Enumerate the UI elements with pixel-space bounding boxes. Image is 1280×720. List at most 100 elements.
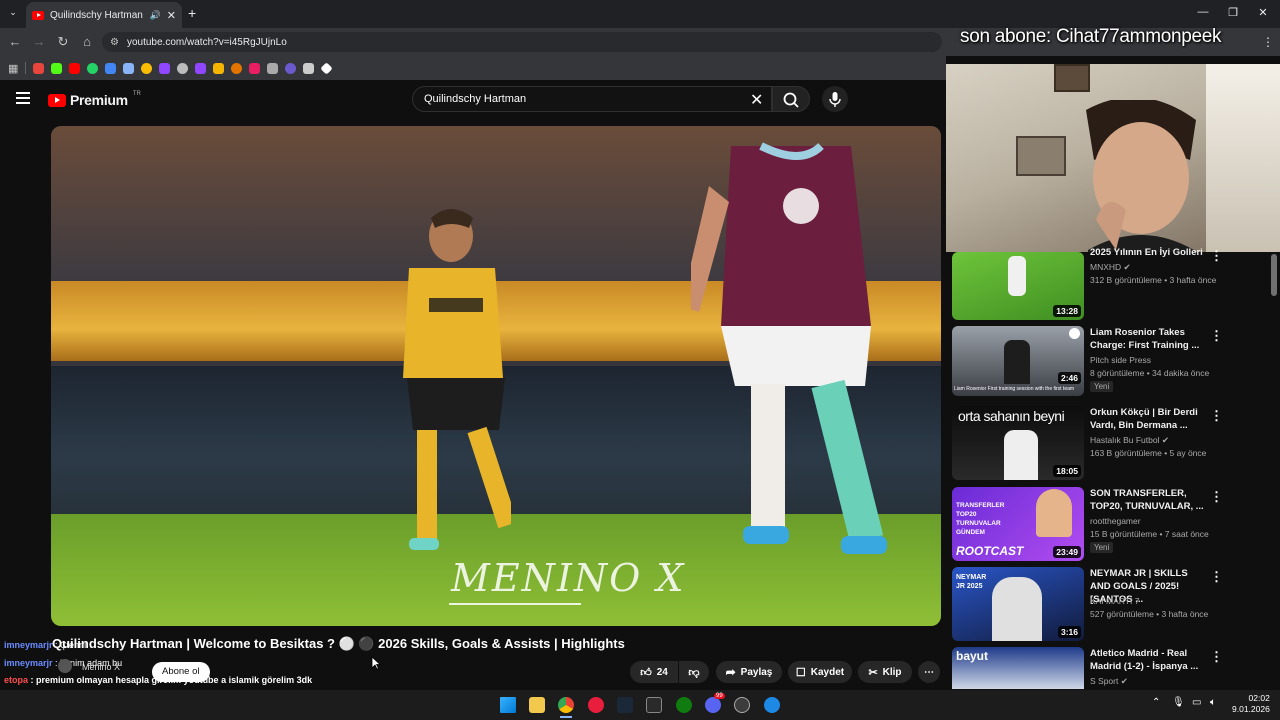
video-thumbnail[interactable]: bayut [952,647,1084,689]
system-clock[interactable]: 02:02 9.01.2026 [1232,693,1270,715]
channel-avatar[interactable] [58,659,72,673]
bookmark-gmail-icon[interactable] [33,62,45,74]
home-icon[interactable]: ⌂ [78,33,96,51]
discord-icon[interactable] [705,697,721,713]
share-button[interactable]: ➦ Paylaş [716,661,782,683]
recommendation-title[interactable]: Liam Rosenior Takes Charge: First Traini… [1090,326,1208,352]
sidebar-scrollbar[interactable] [1271,254,1277,296]
chrome-icon[interactable] [558,697,574,713]
bookmark-kick-icon[interactable] [51,62,63,74]
epic-games-icon[interactable] [646,697,662,713]
more-vertical-icon[interactable]: ⋮ [1210,408,1223,424]
recommendation-title[interactable]: Atletico Madrid - Real Madrid (1-2) - İs… [1090,647,1208,673]
recommendation-item[interactable]: Liam Rosenior First training session wit… [952,326,1272,402]
browser-tab-active[interactable]: Quilindschy Hartman •Welɔ 🔊 ✕ [26,2,182,28]
clear-search-icon[interactable]: ✕ [750,90,763,110]
new-tab-button[interactable]: + [188,5,196,21]
speaker-icon[interactable]: 🔊 [150,10,161,21]
video-player[interactable]: MENINO X [51,126,941,626]
bookmark-pink-icon[interactable] [249,62,261,74]
like-button[interactable]: 👍︎ 24 [630,661,678,683]
subscribe-button[interactable]: Abone ol [152,662,210,682]
bookmark-purple-icon[interactable] [285,62,297,74]
more-actions-button[interactable]: ⋯ [918,661,940,683]
bookmark-stack-icon[interactable] [267,62,279,74]
recommendation-meta: 312 B görüntüleme • 3 hafta önce [1090,275,1217,285]
recommendation-channel[interactable]: MNXHD ✔ [1090,262,1131,273]
window-close-button[interactable]: ✕ [1248,6,1278,19]
more-vertical-icon[interactable]: ⋮ [1210,569,1223,585]
browser-menu-icon[interactable]: ⋮ [1262,35,1274,49]
voice-search-button[interactable] [822,86,848,112]
tray-chevron-icon[interactable]: ⌃ [1152,697,1160,708]
search-input[interactable]: Quilindschy Hartman [412,86,772,112]
bookmark-orange-icon[interactable] [231,62,243,74]
hamburger-menu-icon[interactable] [16,92,30,104]
app-globe-icon[interactable] [764,697,780,713]
recommendation-title[interactable]: SON TRANSFERLER, TOP20, TURNUVALAR, ... [1090,487,1208,513]
volume-icon[interactable]: 🔈︎ [1210,697,1216,708]
back-icon[interactable]: ← [6,33,24,51]
apps-grid-icon[interactable]: ▦ [8,62,18,75]
bookmark-diamond-icon[interactable] [320,61,334,75]
more-vertical-icon[interactable]: ⋮ [1210,649,1223,665]
search-button[interactable] [772,86,810,112]
windows-taskbar [0,690,1280,720]
video-thumbnail[interactable]: orta sahanın beyni 18:05 [952,406,1084,480]
bookmark-whatsapp-icon[interactable] [87,62,99,74]
bookmark-youtube-icon[interactable] [69,62,81,74]
recommendation-item[interactable]: TRANSFERLER TOP20 TURNUVALAR GÜNDEM ROOT… [952,487,1272,563]
recommendation-item[interactable]: orta sahanın beyni 18:05 Orkun Kökçü | B… [952,406,1272,482]
bookmark-photos-icon[interactable] [123,62,135,74]
video-thumbnail[interactable]: NEYMAR JR 2025 3:16 [952,567,1084,641]
save-button[interactable]: ☐ Kaydet [788,661,852,683]
more-vertical-icon[interactable]: ⋮ [1210,489,1223,505]
xbox-icon[interactable] [676,697,692,713]
tab-search-chevron-icon[interactable]: ⌄ [6,7,20,21]
recommendation-item[interactable]: bayut Atletico Madrid - Real Madrid (1-2… [952,647,1272,689]
dislike-button[interactable]: 👎︎ [679,661,709,683]
recommendation-channel[interactable]: rootthegamer [1090,516,1141,526]
save-label: Kaydet [810,666,845,678]
bookmark-twitch-icon[interactable] [159,62,171,74]
network-icon[interactable]: ▭ [1192,697,1201,708]
like-count: 24 [656,666,668,678]
channel-name[interactable]: Menino X [82,662,120,672]
recommendation-title[interactable]: Orkun Kökçü | Bir Derdi Vardı, Bin Derma… [1090,406,1208,432]
restore-button[interactable]: ❐ [1218,6,1248,19]
start-windows-icon[interactable] [500,697,516,713]
youtube-premium-logo[interactable]: Premium TR [48,91,141,108]
tab-close-icon[interactable]: ✕ [167,9,176,22]
microphone-tray-icon[interactable]: 🎙︎ [1172,697,1185,708]
more-vertical-icon[interactable]: ⋮ [1210,328,1223,344]
video-thumbnail[interactable]: 13:28 [952,252,1084,320]
bookmark-twitch2-icon[interactable] [195,62,207,74]
recommendation-channel[interactable]: S Sport ✔ [1090,676,1128,687]
video-thumbnail[interactable]: Liam Rosenior First training session wit… [952,326,1084,396]
recommendation-channel[interactable]: KAI MARTI 7 [1090,596,1139,606]
steam-icon[interactable] [617,697,633,713]
bookmark-icon: ☐ [795,666,806,679]
minimize-button[interactable]: — [1188,6,1218,18]
address-bar[interactable]: ⚙ youtube.com/watch?v=i45RgJUjnLo [102,32,942,52]
file-explorer-icon[interactable] [529,697,545,713]
bookmark-pin-icon[interactable] [303,62,315,74]
more-vertical-icon[interactable]: ⋮ [1210,248,1223,264]
obs-icon[interactable] [734,697,750,713]
recommendation-channel[interactable]: Pitch side Press [1090,355,1151,365]
bookmark-translate-icon[interactable] [105,62,117,74]
clip-button[interactable]: ✂ Klip [858,661,912,683]
recommendation-item[interactable]: NEYMAR JR 2025 3:16 NEYMAR JR | SKILLS A… [952,567,1272,643]
recommendation-title[interactable]: 2025 Yılının En İyi Golleri [1090,246,1208,259]
bookmark-r-icon[interactable] [213,62,225,74]
site-info-icon[interactable]: ⚙ [110,37,119,48]
video-thumbnail[interactable]: TRANSFERLER TOP20 TURNUVALAR GÜNDEM ROOT… [952,487,1084,561]
recommendation-item[interactable]: 13:28 2025 Yılının En İyi Golleri MNXHD … [952,247,1272,328]
reload-icon[interactable]: ↻ [54,33,72,51]
forward-icon[interactable]: → [30,33,48,51]
recommendation-channel[interactable]: Hastalık Bu Futbol ✔ [1090,435,1169,446]
bookmark-chrome-icon[interactable] [141,62,153,74]
verified-icon: ✔ [1123,262,1131,272]
music-app-icon[interactable] [588,697,604,713]
bookmark-globe-icon[interactable] [177,62,189,74]
